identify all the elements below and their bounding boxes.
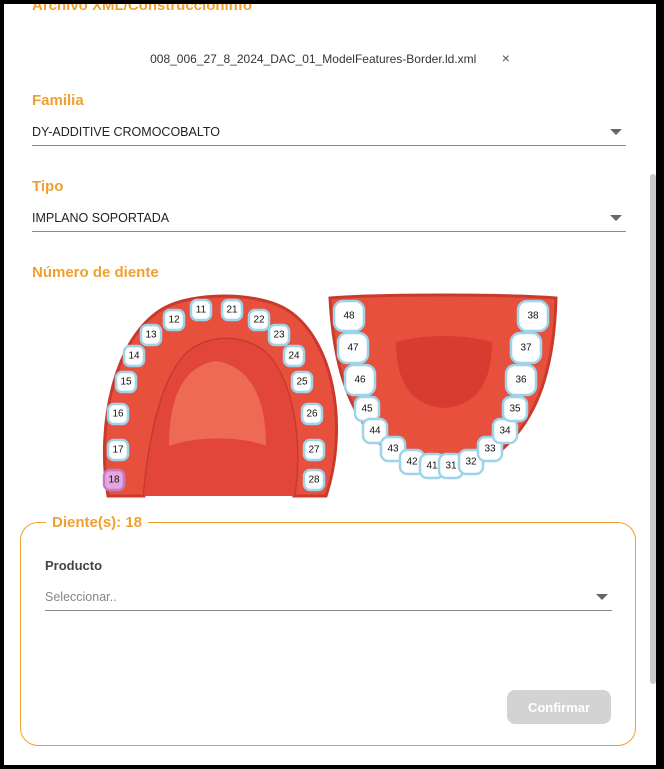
tooth-number-label: 15 xyxy=(120,377,132,388)
lower-tooth-48[interactable]: 48 xyxy=(332,299,366,333)
tooth-number-label: 38 xyxy=(527,311,539,322)
upper-tooth-14[interactable]: 14 xyxy=(122,344,146,368)
tooth-number-label: 33 xyxy=(484,444,496,455)
tooth-number-label: 37 xyxy=(520,343,532,354)
upper-arch xyxy=(102,294,338,498)
lower-tooth-47[interactable]: 47 xyxy=(336,331,370,365)
tooth-number-label: 32 xyxy=(465,457,477,468)
lower-tooth-35[interactable]: 35 xyxy=(501,395,529,423)
tipo-value: IMPLANO SOPORTADA xyxy=(32,211,170,225)
tooth-number-title: Número de diente xyxy=(32,264,159,281)
lower-tooth-46[interactable]: 46 xyxy=(343,363,377,397)
tooth-number-label: 34 xyxy=(499,426,511,437)
dental-chart: 11 12 13 14 15 16 17 18 21 22 2324 25 26 27 28 48 47 46 4… xyxy=(102,293,558,498)
file-section-title: Archivo XML/Construccioninfo xyxy=(32,4,253,14)
tooth-number-label: 46 xyxy=(354,375,366,386)
chevron-down-icon xyxy=(610,215,622,221)
familia-select[interactable]: DY-ADDITIVE CROMOCOBALTO xyxy=(32,119,626,146)
upper-tooth-15[interactable]: 15 xyxy=(114,370,138,394)
upper-tooth-17[interactable]: 17 xyxy=(106,438,130,462)
tooth-number-label: 25 xyxy=(296,377,308,388)
file-name: 008_006_27_8_2024_DAC_01_ModelFeatures-B… xyxy=(150,52,477,66)
upper-tooth-23[interactable]: 23 xyxy=(267,323,291,347)
tooth-number-label: 45 xyxy=(361,404,373,415)
tipo-title: Tipo xyxy=(32,178,64,195)
tooth-number-label: 13 xyxy=(145,330,157,341)
tooth-number-label: 24 xyxy=(288,351,300,362)
selected-teeth-legend: Diente(s): 18 xyxy=(46,514,149,531)
dialog-panel: Archivo XML/Construccioninfo 008_006_27_… xyxy=(4,4,656,765)
upper-tooth-18[interactable]: 18 xyxy=(102,468,126,492)
upper-tooth-28[interactable]: 28 xyxy=(302,468,326,492)
tooth-number-label: 16 xyxy=(112,409,124,420)
upper-tooth-11[interactable]: 11 xyxy=(189,298,213,322)
upper-tooth-12[interactable]: 12 xyxy=(162,308,186,332)
tooth-number-label: 26 xyxy=(306,409,318,420)
upper-tooth-26[interactable]: 26 xyxy=(300,402,324,426)
lower-tooth-34[interactable]: 34 xyxy=(491,417,519,445)
chevron-down-icon xyxy=(596,594,608,600)
confirm-button[interactable]: Confirmar xyxy=(507,690,611,724)
tooth-number-label: 12 xyxy=(168,315,180,326)
upper-tooth-25[interactable]: 25 xyxy=(290,370,314,394)
scrollbar[interactable] xyxy=(650,174,656,684)
chevron-down-icon xyxy=(610,129,622,135)
producto-label: Producto xyxy=(45,558,103,573)
tooth-number-label: 35 xyxy=(509,404,521,415)
tooth-number-label: 27 xyxy=(308,445,320,456)
tooth-number-label: 14 xyxy=(128,351,140,362)
tooth-number-label: 21 xyxy=(226,305,238,316)
tooth-number-label: 41 xyxy=(426,461,438,472)
familia-value: DY-ADDITIVE CROMOCOBALTO xyxy=(32,125,220,139)
tooth-number-label: 23 xyxy=(273,330,285,341)
lower-tooth-36[interactable]: 36 xyxy=(504,363,538,397)
tooth-number-label: 42 xyxy=(406,457,418,468)
tooth-number-label: 17 xyxy=(112,445,124,456)
tooth-number-label: 28 xyxy=(308,475,320,486)
upper-tooth-27[interactable]: 27 xyxy=(302,438,326,462)
tooth-number-label: 47 xyxy=(347,343,359,354)
tooth-number-label: 36 xyxy=(515,375,527,386)
tooth-number-label: 44 xyxy=(369,426,381,437)
file-row: 008_006_27_8_2024_DAC_01_ModelFeatures-B… xyxy=(4,50,656,66)
upper-tooth-22[interactable]: 22 xyxy=(247,308,271,332)
lower-tooth-38[interactable]: 38 xyxy=(516,299,550,333)
producto-placeholder: Seleccionar.. xyxy=(45,590,117,604)
tipo-select[interactable]: IMPLANO SOPORTADA xyxy=(32,205,626,232)
tooth-number-label: 22 xyxy=(253,315,265,326)
lower-tooth-37[interactable]: 37 xyxy=(509,331,543,365)
tooth-number-label: 43 xyxy=(387,444,399,455)
lower-tooth-45[interactable]: 45 xyxy=(353,395,381,423)
upper-tooth-21[interactable]: 21 xyxy=(220,298,244,322)
tooth-number-label: 11 xyxy=(196,305,207,316)
upper-tooth-13[interactable]: 13 xyxy=(139,323,163,347)
upper-tooth-16[interactable]: 16 xyxy=(106,402,130,426)
tooth-number-label: 31 xyxy=(445,461,457,472)
familia-title: Familia xyxy=(32,92,84,109)
producto-select[interactable]: Seleccionar.. xyxy=(45,584,612,611)
upper-tooth-24[interactable]: 24 xyxy=(282,344,306,368)
tooth-number-label: 18 xyxy=(108,475,120,486)
remove-file-icon[interactable]: × xyxy=(502,50,510,66)
tooth-number-label: 48 xyxy=(343,311,355,322)
